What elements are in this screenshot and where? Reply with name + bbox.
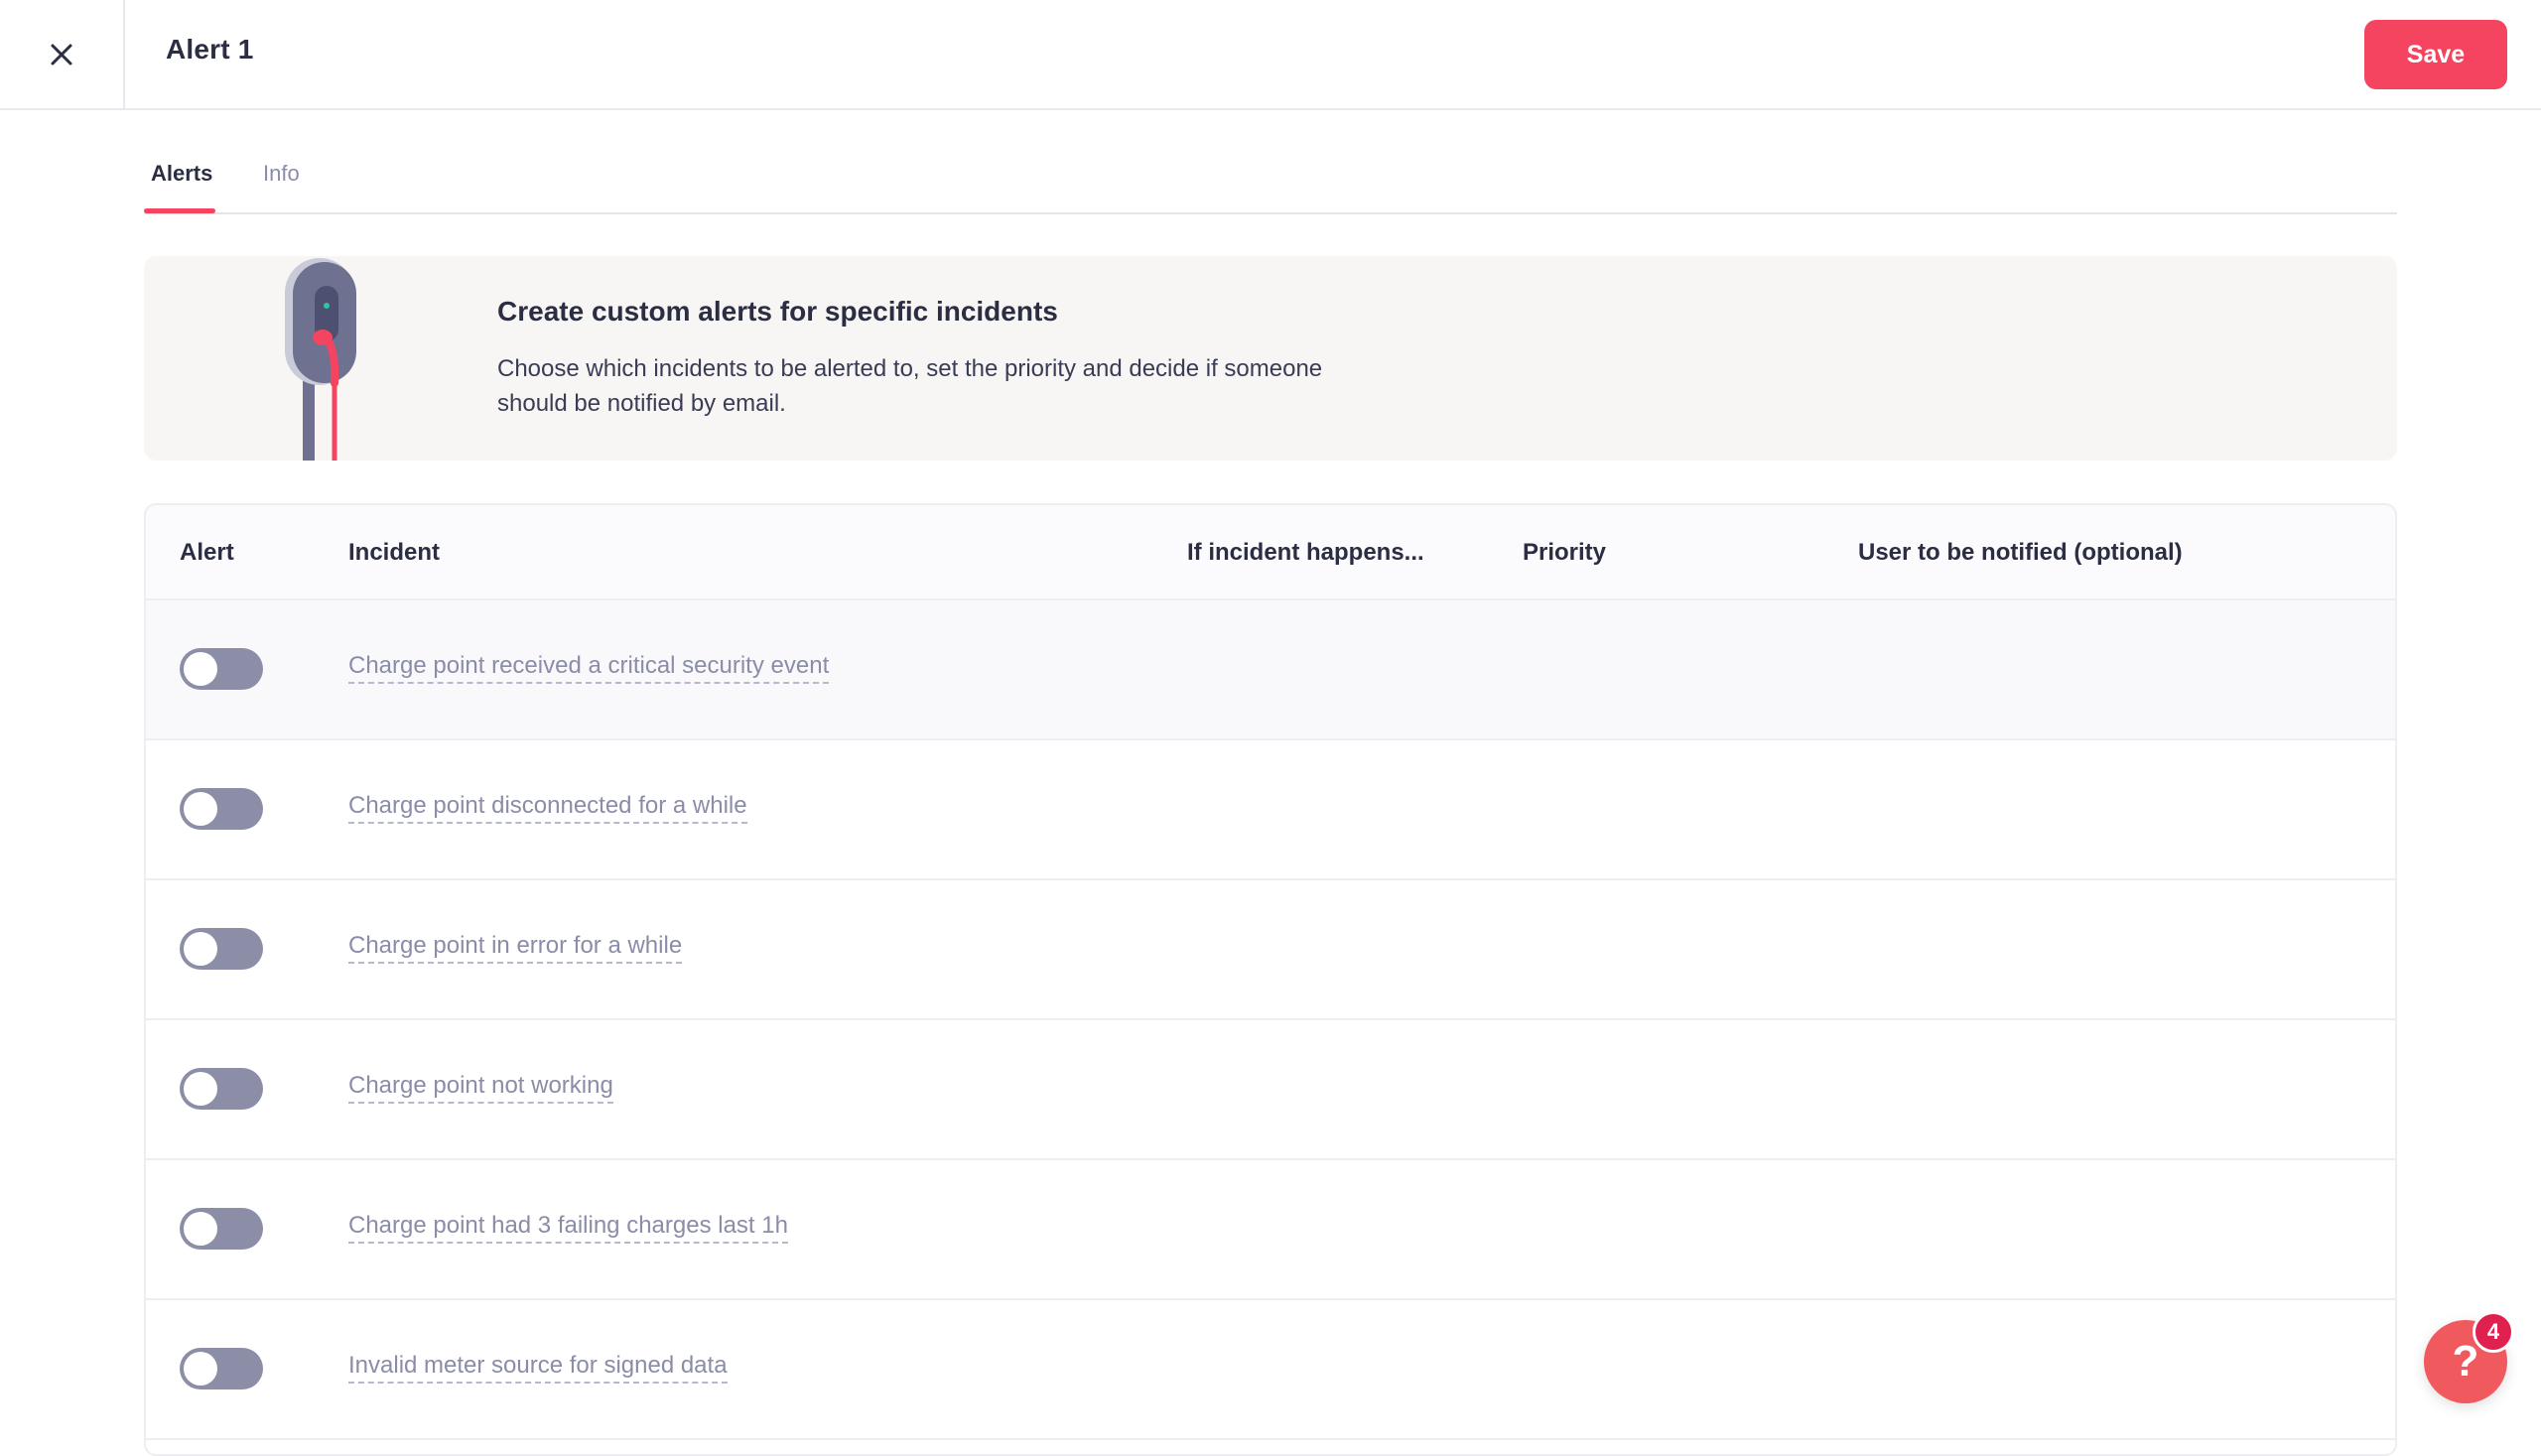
alert-toggle[interactable] <box>180 788 263 830</box>
alert-toggle[interactable] <box>180 928 263 970</box>
alerts-table: Alert Incident If incident happens... Pr… <box>144 503 2397 1456</box>
toggle-knob <box>184 1212 217 1246</box>
incident-link[interactable]: Charge point had 3 failing charges last … <box>348 1212 788 1244</box>
close-icon <box>51 44 72 66</box>
column-header-priority: Priority <box>1523 539 1607 566</box>
page-title: Alert 1 <box>166 34 254 65</box>
alert-toggle[interactable] <box>180 1068 263 1110</box>
incident-link[interactable]: Charge point not working <box>348 1072 613 1104</box>
alert-toggle[interactable] <box>180 648 263 690</box>
column-header-if-incident-happens: If incident happens... <box>1187 539 1424 566</box>
banner-description-line: Choose which incidents to be alerted to,… <box>497 355 1323 382</box>
close-button[interactable] <box>0 0 125 109</box>
toggle-knob <box>184 652 217 686</box>
incident-link[interactable]: Invalid meter source for signed data <box>348 1352 728 1384</box>
table-header: Alert Incident If incident happens... Pr… <box>146 505 2395 600</box>
toggle-knob <box>184 1072 217 1106</box>
toggle-knob <box>184 792 217 826</box>
toggle-knob <box>184 932 217 966</box>
incident-link[interactable]: Charge point in error for a while <box>348 932 683 964</box>
top-bar: Alert 1 Save <box>0 0 2541 110</box>
table-row: Charge point received a critical securit… <box>146 600 2395 740</box>
table-row: Charge point had 3 failing charges last … <box>146 1160 2395 1300</box>
column-header-incident: Incident <box>348 539 441 566</box>
charger-illustration <box>285 258 356 461</box>
table-row: Charge point not working <box>146 1020 2395 1160</box>
question-icon: ? <box>2452 1337 2479 1386</box>
table-row: Charge point disconnected for a while <box>146 740 2395 880</box>
save-button[interactable]: Save <box>2364 20 2507 89</box>
info-banner: Create custom alerts for specific incide… <box>144 256 2397 461</box>
column-header-user-to-notify: User to be notified (optional) <box>1858 539 2183 566</box>
banner-description: Choose which incidents to be alerted to,… <box>497 351 1351 421</box>
tab-bar: Alerts Info <box>144 149 2397 214</box>
table-row: Charge point in error for a while <box>146 880 2395 1020</box>
incident-link[interactable]: Charge point disconnected for a while <box>348 792 747 824</box>
banner-title: Create custom alerts for specific incide… <box>497 296 1058 327</box>
column-header-alert: Alert <box>180 539 234 566</box>
notification-badge: 4 <box>2473 1311 2514 1353</box>
active-tab-indicator <box>144 208 215 213</box>
banner-description-line: should be notified by email. <box>497 390 786 417</box>
alert-toggle[interactable] <box>180 1348 263 1390</box>
tab-info[interactable]: Info <box>263 161 300 187</box>
alert-toggle[interactable] <box>180 1208 263 1250</box>
toggle-knob <box>184 1352 217 1386</box>
table-row: Invalid meter source for signed data <box>146 1300 2395 1440</box>
tab-alerts[interactable]: Alerts <box>151 161 212 187</box>
incident-link[interactable]: Charge point received a critical securit… <box>348 652 830 684</box>
